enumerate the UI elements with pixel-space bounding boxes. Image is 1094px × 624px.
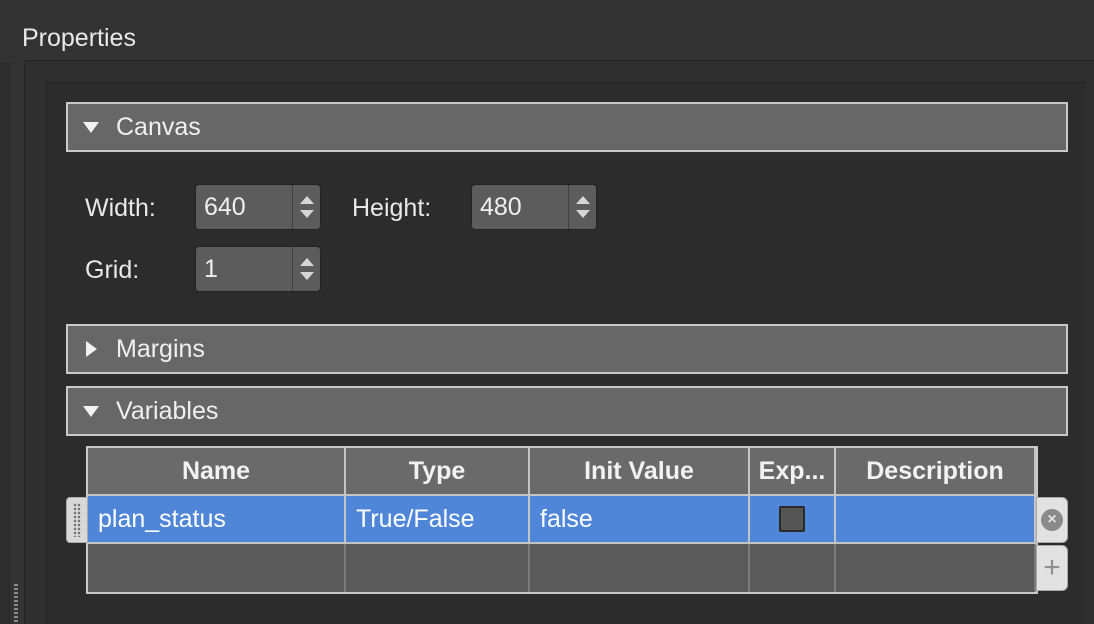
cell-empty[interactable]: [836, 544, 1036, 592]
width-input[interactable]: 640: [196, 185, 292, 229]
table-row-empty[interactable]: [88, 544, 1036, 592]
column-header-description[interactable]: Description: [836, 448, 1036, 494]
width-stepper[interactable]: 640: [195, 184, 321, 230]
cell-empty[interactable]: [750, 544, 836, 592]
drag-handle-icon: [73, 503, 81, 537]
section-label-canvas: Canvas: [116, 112, 201, 141]
cell-exported[interactable]: [750, 496, 836, 542]
left-divider: [0, 62, 10, 624]
cell-empty[interactable]: [346, 544, 530, 592]
column-header-type[interactable]: Type: [346, 448, 530, 494]
grid-input[interactable]: 1: [196, 247, 292, 291]
column-header-exported[interactable]: Exp...: [750, 448, 836, 494]
section-header-margins[interactable]: Margins: [66, 324, 1068, 374]
remove-circle-icon: ×: [1041, 509, 1063, 531]
cell-name[interactable]: plan_status: [88, 496, 346, 542]
increment-icon[interactable]: [299, 196, 314, 204]
increment-icon[interactable]: [575, 196, 590, 204]
variables-table: Name Type Init Value Exp... Description …: [86, 446, 1038, 594]
cell-type[interactable]: True/False: [346, 496, 530, 542]
cell-init-value[interactable]: false: [530, 496, 750, 542]
decrement-icon[interactable]: [299, 210, 314, 218]
column-header-init-value[interactable]: Init Value: [530, 448, 750, 494]
row-drag-handle[interactable]: [66, 497, 88, 543]
cell-empty[interactable]: [88, 544, 346, 592]
grid-stepper-arrows[interactable]: [292, 247, 320, 291]
triangle-right-icon: [68, 341, 114, 357]
table-header: Name Type Init Value Exp... Description: [88, 448, 1036, 496]
table-row[interactable]: plan_status True/False false: [88, 496, 1036, 544]
section-label-margins: Margins: [116, 334, 205, 363]
height-stepper-arrows[interactable]: [568, 185, 596, 229]
section-header-canvas[interactable]: Canvas: [66, 102, 1068, 152]
resize-grip[interactable]: [14, 584, 18, 622]
decrement-icon[interactable]: [575, 210, 590, 218]
cell-empty[interactable]: [530, 544, 750, 592]
column-header-name[interactable]: Name: [88, 448, 346, 494]
plus-icon: +: [1043, 551, 1061, 584]
grid-stepper[interactable]: 1: [195, 246, 321, 292]
panel-title: Properties: [22, 24, 136, 52]
triangle-down-icon: [68, 121, 114, 133]
height-stepper[interactable]: 480: [471, 184, 597, 230]
cell-description[interactable]: [836, 496, 1036, 542]
grid-label: Grid:: [85, 256, 140, 284]
increment-icon[interactable]: [299, 258, 314, 266]
width-label: Width:: [85, 194, 156, 222]
exported-checkbox[interactable]: [779, 506, 805, 532]
section-header-variables[interactable]: Variables: [66, 386, 1068, 436]
add-row-button[interactable]: +: [1036, 545, 1068, 591]
width-stepper-arrows[interactable]: [292, 185, 320, 229]
height-input[interactable]: 480: [472, 185, 568, 229]
remove-row-button[interactable]: ×: [1036, 497, 1068, 543]
triangle-down-icon: [68, 405, 114, 417]
height-label: Height:: [352, 194, 432, 222]
decrement-icon[interactable]: [299, 272, 314, 280]
properties-panel: Properties Canvas Width: 640 Height: 480…: [0, 0, 1094, 624]
section-label-variables: Variables: [116, 396, 219, 425]
